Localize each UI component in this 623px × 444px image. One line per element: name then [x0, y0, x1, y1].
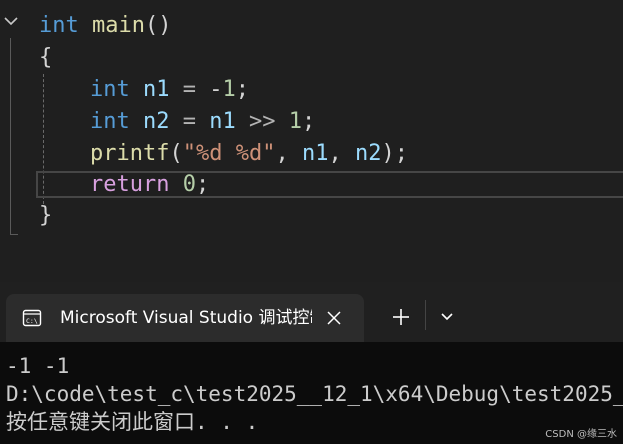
code-line: printf("%d %d", n1, n2); — [90, 138, 408, 170]
operator: - — [209, 77, 223, 102]
keyword: int — [90, 77, 130, 102]
punctuation: , — [328, 141, 355, 166]
output-line: D:\code\test_c\test2025__12_1\x64\Debug\… — [6, 382, 623, 406]
plus-icon[interactable] — [386, 302, 416, 332]
tab-separator — [425, 300, 426, 330]
chevron-down-icon[interactable] — [434, 302, 460, 332]
function-name: main — [92, 13, 145, 38]
terminal-output[interactable]: -1 -1 D:\code\test_c\test2025__12_1\x64\… — [0, 342, 623, 444]
number: 0 — [182, 172, 196, 197]
brace: } — [39, 203, 53, 228]
variable: n1 — [143, 77, 170, 102]
chevron-down-icon[interactable] — [4, 14, 18, 28]
code-line: int n2 = n1 >> 1; — [90, 106, 315, 138]
number: 1 — [222, 77, 236, 102]
fold-guide — [10, 38, 11, 234]
punctuation: ; — [235, 77, 249, 102]
tab-title: Microsoft Visual Studio 调试控制台 — [60, 308, 312, 328]
code-line: return 0; — [90, 169, 209, 201]
punctuation: ( — [169, 141, 183, 166]
punctuation: () — [144, 13, 172, 38]
code-line: { — [39, 42, 52, 74]
variable: n2 — [143, 109, 170, 134]
function-name: printf — [90, 141, 170, 166]
code-line: } — [39, 200, 52, 232]
string-literal: "%d %d" — [182, 141, 276, 166]
operator: >> — [235, 109, 289, 134]
terminal-icon: C:\ — [22, 309, 42, 327]
punctuation: ); — [381, 141, 408, 166]
brace: { — [39, 45, 53, 70]
svg-text:C:\: C:\ — [26, 317, 38, 325]
punctuation: , — [275, 141, 302, 166]
terminal-tab-strip: C:\ Microsoft Visual Studio 调试控制台 — [0, 282, 623, 342]
keyword: return — [90, 172, 170, 197]
keyword: int — [90, 109, 130, 134]
number: 1 — [288, 109, 302, 134]
watermark: CSDN @缘三水 — [545, 429, 617, 440]
punctuation: ; — [195, 172, 210, 197]
fold-guide-end — [10, 234, 18, 235]
punctuation: ; — [301, 109, 316, 134]
close-icon[interactable] — [324, 308, 344, 328]
keyword: int — [39, 13, 79, 38]
output-line: -1 -1 — [6, 354, 70, 378]
code-editor[interactable]: int main() { int n1 = -1; int n2 = n1 >>… — [0, 0, 623, 282]
code-line: int main() — [39, 10, 171, 42]
code-line: int n1 = -1; — [90, 74, 249, 106]
output-line: 按任意键关闭此窗口. . . — [6, 410, 259, 434]
terminal-tab[interactable]: C:\ Microsoft Visual Studio 调试控制台 — [6, 294, 364, 342]
variable: n1 — [209, 109, 236, 134]
operator: = — [169, 109, 210, 134]
variable: n1 — [301, 141, 329, 166]
operator: = — [169, 77, 210, 102]
variable: n2 — [354, 141, 382, 166]
